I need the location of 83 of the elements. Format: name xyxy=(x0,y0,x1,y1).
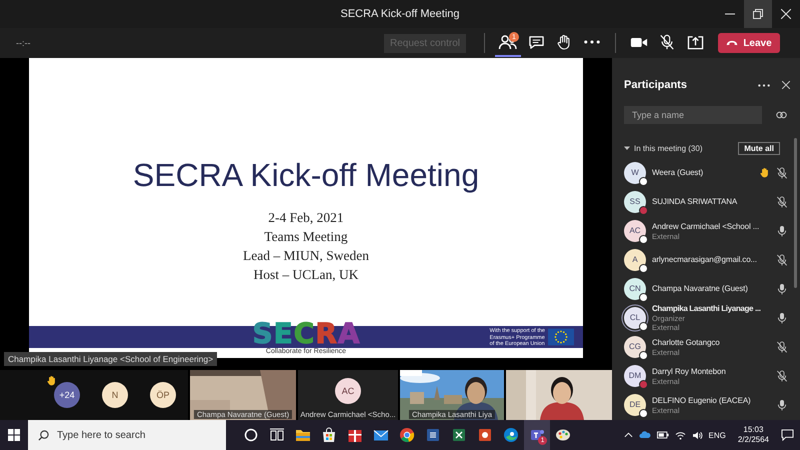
microphone-muted-icon[interactable] xyxy=(776,254,788,266)
gift-icon[interactable] xyxy=(347,427,363,443)
volume-icon[interactable] xyxy=(692,430,703,440)
language-indicator[interactable]: ENG xyxy=(708,430,726,440)
logo-text: SECRA xyxy=(252,320,360,348)
microphone-icon[interactable] xyxy=(776,312,788,324)
search-field[interactable]: Type here to search xyxy=(28,420,226,450)
participant-name: Charlotte Gotangco xyxy=(652,336,721,348)
wifi-icon[interactable] xyxy=(674,430,686,440)
panel-title: Participants xyxy=(624,79,688,91)
participant-name: arlynecmarasigan@gmail.co... xyxy=(652,254,758,265)
participant-name: SUJINDA SRIWATTANA xyxy=(652,196,738,207)
slide-text: 2-4 Feb, 2021 xyxy=(268,209,344,227)
restore-icon[interactable] xyxy=(753,9,763,19)
avatar: DE xyxy=(624,394,646,416)
folder-icon[interactable] xyxy=(295,427,311,443)
mail-icon[interactable] xyxy=(373,427,389,443)
close-icon[interactable] xyxy=(781,9,791,19)
microphone-muted-icon[interactable] xyxy=(776,196,788,208)
avatar: AC xyxy=(624,220,646,242)
more-icon[interactable] xyxy=(584,40,600,44)
scrollbar[interactable] xyxy=(794,138,797,288)
microphone-icon[interactable] xyxy=(776,398,788,410)
presentation-icon[interactable] xyxy=(477,427,493,443)
mute-all-button[interactable]: Mute all xyxy=(738,142,780,154)
spreadsheet-icon[interactable] xyxy=(451,427,467,443)
chat-icon[interactable] xyxy=(528,34,544,50)
avatar: CG xyxy=(624,336,646,358)
chevron-up-icon[interactable] xyxy=(624,432,633,438)
link-icon[interactable] xyxy=(776,111,787,119)
document-icon[interactable] xyxy=(425,427,441,443)
avatar: W xyxy=(624,162,646,184)
hand-icon[interactable] xyxy=(557,34,571,50)
participant-name: Champika Lasanthi Liyanage ... xyxy=(652,303,762,314)
search-field[interactable]: Type a name xyxy=(624,106,762,124)
slide-text: Teams Meeting xyxy=(264,228,348,246)
microphone-muted-icon[interactable] xyxy=(776,166,788,178)
section-label: In this meeting (30) xyxy=(634,144,704,152)
avatar: DM xyxy=(624,364,646,386)
participant-name: Champa Navaratne (Guest) xyxy=(652,283,749,294)
microphone-muted-icon[interactable] xyxy=(776,370,788,382)
leave-button[interactable]: Leave xyxy=(718,33,780,53)
palette-icon[interactable] xyxy=(555,427,571,443)
presenter-name: Champika Lasanthi Liyanage <School of Engineering> xyxy=(4,352,218,366)
people-icon[interactable] xyxy=(498,34,518,50)
avatar: N xyxy=(102,382,128,408)
avatar: +24 xyxy=(54,382,80,408)
avatar: A xyxy=(624,248,646,270)
caret-icon[interactable] xyxy=(624,145,630,151)
microphone-icon[interactable] xyxy=(776,224,788,236)
notification-icon[interactable] xyxy=(781,429,794,441)
battery-icon[interactable] xyxy=(656,431,669,439)
slide-text: Lead – MIUN, Sweden xyxy=(243,247,369,265)
participant-name: Weera (Guest) xyxy=(652,167,704,178)
search-icon xyxy=(38,430,49,441)
microphone-icon[interactable] xyxy=(776,282,788,294)
circle-icon[interactable] xyxy=(243,427,259,443)
participant-name: Andrew Carmichael <School ... xyxy=(652,220,760,232)
cloud-icon[interactable] xyxy=(638,431,651,439)
share-icon[interactable] xyxy=(686,34,704,50)
windows-icon[interactable] xyxy=(8,429,20,441)
avatar: AC xyxy=(335,378,361,404)
clock-time[interactable]: 15:03 xyxy=(743,425,764,435)
window-title: SECRA Kick-off Meeting xyxy=(340,8,460,20)
clock-date[interactable]: 2/2/2564 xyxy=(738,435,769,445)
participant-name: DELFINO Eugenio (EACEA) xyxy=(652,394,752,406)
microphone-muted-icon[interactable] xyxy=(776,340,788,352)
avatar: CL xyxy=(624,306,646,328)
eu-flag-icon xyxy=(548,328,574,346)
participant-name: Darryl Roy Montebon xyxy=(652,366,727,376)
avatar: CN xyxy=(624,278,646,300)
close-icon[interactable] xyxy=(782,81,790,89)
task-view-icon[interactable] xyxy=(269,427,285,443)
phone-icon xyxy=(726,40,738,46)
call-timer: --:-- xyxy=(16,38,30,48)
more-icon[interactable] xyxy=(758,84,770,86)
shopping-bag-icon[interactable] xyxy=(321,427,337,443)
camera-icon[interactable] xyxy=(630,36,648,48)
slide-text: Host – UCLan, UK xyxy=(253,266,358,284)
avatar: SS xyxy=(624,190,646,212)
restore-button[interactable] xyxy=(744,0,772,28)
slide-title: SECRA Kick-off Meeting xyxy=(132,156,480,194)
avatar: ÖP xyxy=(150,382,176,408)
